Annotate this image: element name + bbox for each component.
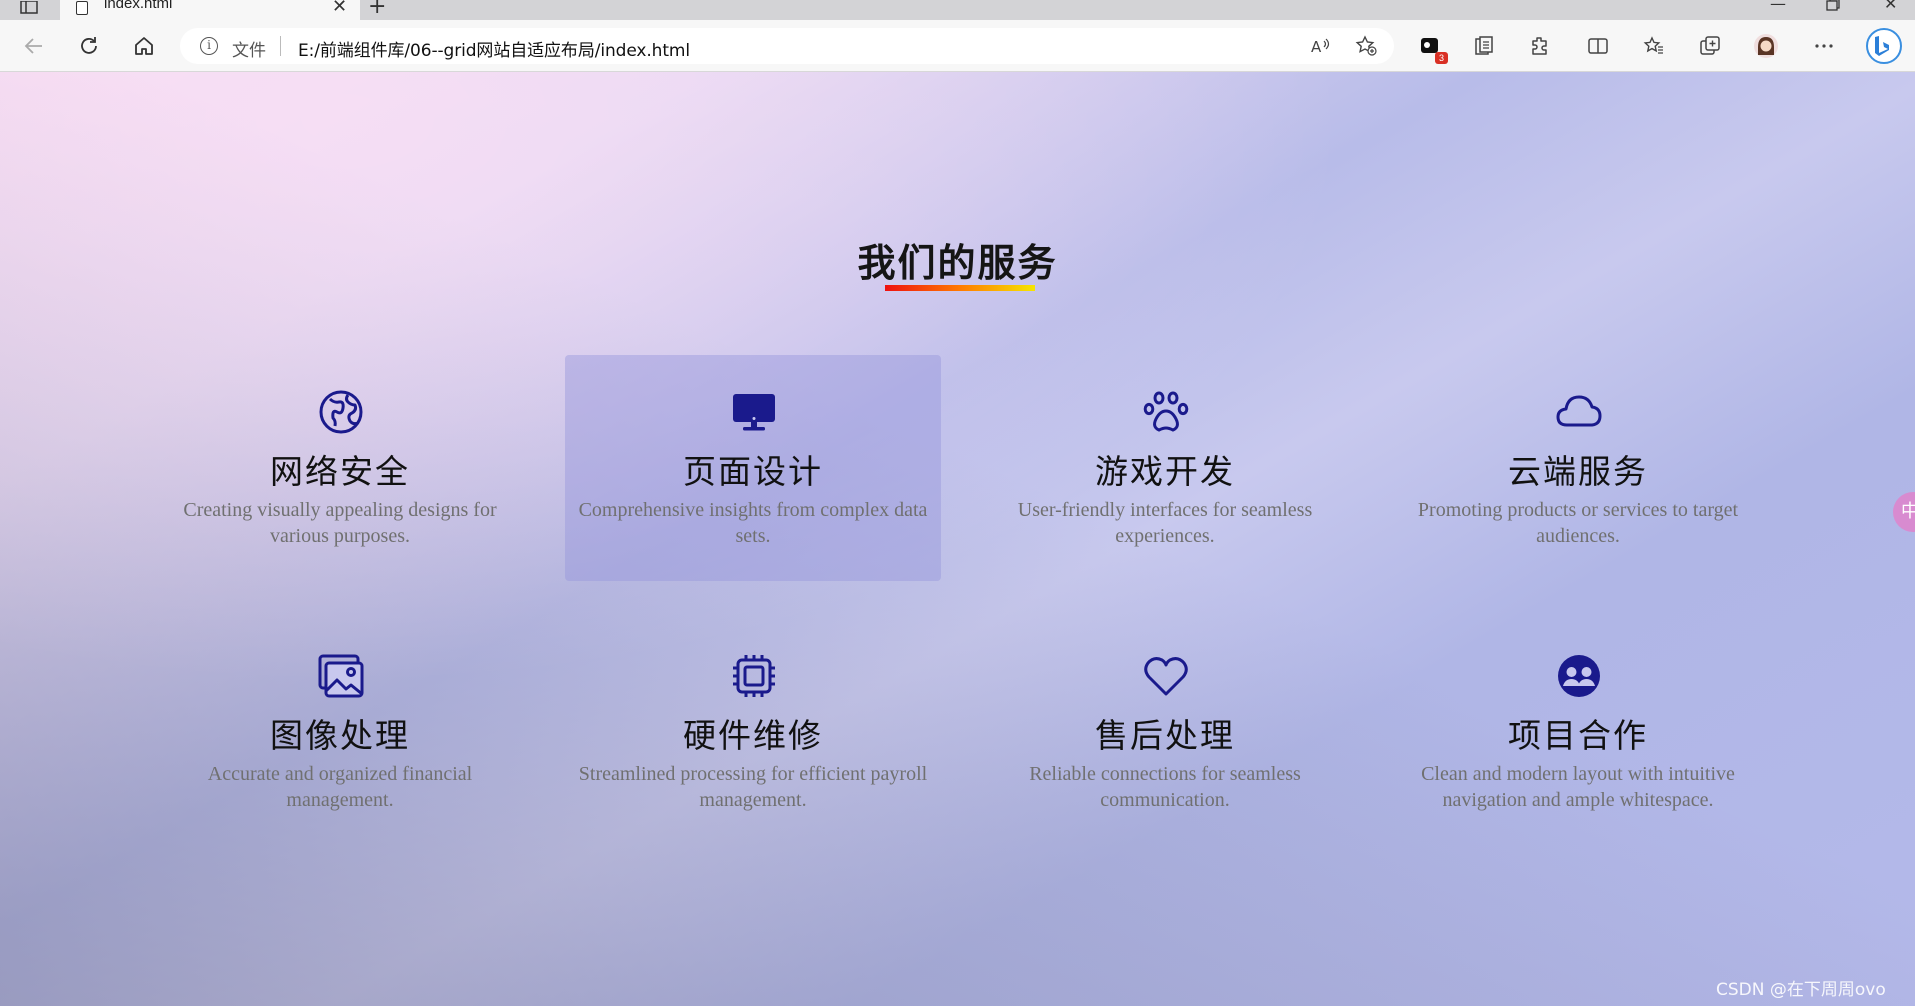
tab-title: index.html: [104, 0, 173, 12]
service-description: Creating visually appealing designs for …: [183, 499, 497, 547]
service-card[interactable]: 云端服务 Promoting products or services to t…: [1390, 355, 1766, 581]
service-card[interactable]: 图像处理 Accurate and organized financial ma…: [152, 619, 528, 845]
favorites-icon[interactable]: [1640, 32, 1668, 60]
url-text[interactable]: E:/前端组件库/06--grid网站自适应布局/index.html: [298, 36, 690, 61]
address-separator: [280, 36, 281, 56]
service-name: 硬件维修: [683, 716, 823, 755]
service-name: 页面设计: [683, 452, 823, 491]
tab-bar: index.html ✕ + — ✕: [0, 0, 1915, 20]
extensions-icon[interactable]: [1526, 32, 1554, 60]
service-description: Clean and modern layout with intuitive n…: [1421, 763, 1735, 811]
sidebar-toggle-icon[interactable]: [20, 0, 38, 14]
refresh-icon[interactable]: [75, 32, 103, 60]
home-icon[interactable]: [130, 32, 158, 60]
info-icon[interactable]: i: [200, 37, 218, 55]
restore-icon[interactable]: [1826, 0, 1840, 15]
close-window-icon[interactable]: ✕: [1884, 0, 1897, 13]
service-description: User-friendly interfaces for seamless ex…: [1017, 499, 1313, 547]
service-card[interactable]: 游戏开发 User-friendly interfaces for seamle…: [977, 355, 1353, 581]
service-name: 图像处理: [270, 716, 410, 755]
browser-tab[interactable]: index.html ✕: [60, 0, 360, 20]
notification-count: 3: [1435, 52, 1448, 64]
heart-icon: [1143, 653, 1189, 699]
collections-page-icon[interactable]: [1470, 32, 1498, 60]
page-viewport: 我们的服务 网络安全 Creating visually appealing d…: [0, 72, 1915, 1006]
back-icon[interactable]: [20, 32, 48, 60]
service-name: 云端服务: [1508, 452, 1648, 491]
service-description: Comprehensive insights from complex data…: [578, 499, 928, 547]
cloud-icon: [1556, 389, 1602, 435]
images-icon: [318, 653, 364, 699]
service-description: Promoting products or services to target…: [1417, 499, 1739, 547]
service-name: 网络安全: [270, 452, 410, 491]
new-tab-button[interactable]: +: [368, 0, 386, 19]
cpu-icon: [731, 653, 777, 699]
service-description: Streamlined processing for efficient pay…: [578, 763, 928, 811]
more-options-icon[interactable]: [1810, 32, 1838, 60]
add-favorite-icon[interactable]: [1352, 32, 1380, 60]
browser-toolbar: i 文件 E:/前端组件库/06--grid网站自适应布局/index.html…: [0, 20, 1915, 72]
desktop-icon: [731, 389, 777, 435]
extension-badge-icon[interactable]: 3: [1416, 32, 1448, 64]
service-description: Accurate and organized financial managem…: [207, 763, 473, 811]
service-card-active[interactable]: 页面设计 Comprehensive insights from complex…: [565, 355, 941, 581]
tab-close-button[interactable]: ✕: [332, 0, 347, 17]
profile-avatar[interactable]: [1752, 32, 1780, 60]
section-title: 我们的服务: [857, 240, 1058, 285]
address-bar[interactable]: i 文件 E:/前端组件库/06--grid网站自适应布局/index.html…: [180, 28, 1394, 64]
service-card[interactable]: 项目合作 Clean and modern layout with intuit…: [1390, 619, 1766, 845]
service-name: 售后处理: [1095, 716, 1235, 755]
address-label: 文件: [232, 41, 266, 61]
people-icon: [1556, 653, 1602, 699]
globe-icon: [318, 389, 364, 435]
split-screen-icon[interactable]: [1584, 32, 1612, 60]
service-card[interactable]: 网络安全 Creating visually appealing designs…: [152, 355, 528, 581]
service-name: 项目合作: [1508, 716, 1648, 755]
watermark: CSDN @在下周周ovo: [1716, 980, 1886, 1000]
read-aloud-icon[interactable]: A: [1306, 32, 1334, 60]
file-icon: [76, 1, 88, 15]
service-description: Reliable connections for seamless commun…: [1029, 763, 1301, 811]
service-name: 游戏开发: [1095, 452, 1235, 491]
title-underline: [885, 285, 1035, 291]
minimize-icon[interactable]: —: [1770, 0, 1786, 13]
service-card[interactable]: 售后处理 Reliable connections for seamless c…: [977, 619, 1353, 845]
bing-copilot-icon[interactable]: [1866, 28, 1902, 64]
svg-text:A: A: [1311, 38, 1322, 56]
collections-icon[interactable]: [1696, 32, 1724, 60]
paw-icon: [1143, 389, 1189, 435]
service-card[interactable]: 硬件维修 Streamlined processing for efficien…: [565, 619, 941, 845]
